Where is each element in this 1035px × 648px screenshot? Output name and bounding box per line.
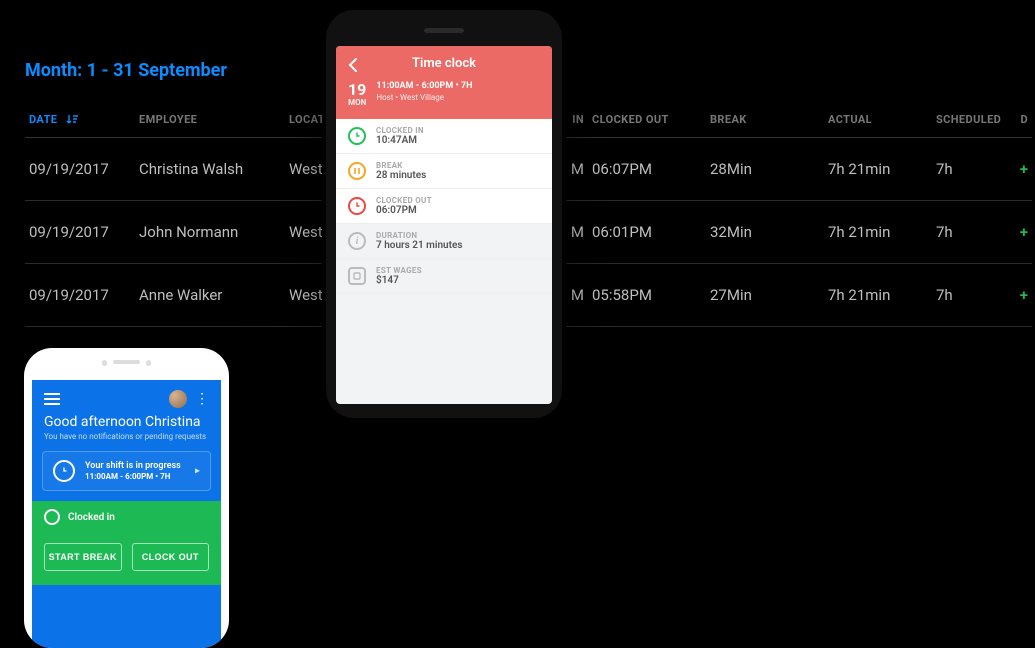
actual-cell: 7h 21min — [824, 200, 932, 263]
col-break[interactable]: BREAK — [706, 103, 824, 137]
clocked-out-cell: 06:01PM — [588, 200, 706, 263]
timeclock-item-value: $147 — [376, 275, 422, 286]
date-cell: 09/19/2017 — [25, 200, 135, 263]
greeting-sub: You have no notifications or pending req… — [44, 432, 209, 441]
info-icon: i — [348, 232, 366, 250]
clocked-out-cell: 06:07PM — [588, 137, 706, 200]
col-date[interactable]: DATE — [25, 103, 135, 137]
timeclock-item-label: DURATION — [376, 231, 463, 240]
pause-icon — [348, 162, 366, 180]
scheduled-cell: 7h — [932, 137, 1012, 200]
date-cell: 09/19/2017 — [25, 263, 135, 326]
timeclock-shift-hours: 11:00AM - 6:00PM • 7H — [376, 81, 472, 93]
timeclock-item: BREAK28 minutes — [336, 154, 552, 189]
clock-icon — [44, 509, 60, 525]
more-icon[interactable]: ⋮ — [195, 392, 209, 406]
actual-cell: 7h 21min — [824, 263, 932, 326]
clock-icon — [348, 197, 366, 215]
actual-cell: 7h 21min — [824, 137, 932, 200]
timeclock-item: EST WAGES$147 — [336, 259, 552, 294]
diff-cell: + — [1012, 137, 1032, 200]
square-icon — [348, 267, 366, 285]
break-cell: 32Min — [706, 200, 824, 263]
timeclock-item-value: 28 minutes — [376, 170, 426, 181]
scheduled-cell: 7h — [932, 263, 1012, 326]
shift-status: Your shift is in progress — [85, 461, 181, 471]
timeclock-item-label: BREAK — [376, 161, 426, 170]
timeclock-item-label: CLOCKED OUT — [376, 196, 432, 205]
col-actual[interactable]: ACTUAL — [824, 103, 932, 137]
phone-mock-dashboard: ⋮ Good afternoon Christina You have no n… — [24, 348, 229, 648]
employee-cell: John Normann — [135, 200, 285, 263]
diff-cell: + — [1012, 263, 1032, 326]
timeclock-item: i DURATION7 hours 21 minutes — [336, 224, 552, 259]
timeclock-item: CLOCKED IN10:47AM — [336, 119, 552, 154]
timeclock-title: Time clock — [348, 56, 540, 71]
shift-card[interactable]: Your shift is in progress 11:00AM - 6:00… — [42, 451, 211, 491]
shift-hours: 11:00AM - 6:00PM • 7H — [85, 472, 181, 481]
col-scheduled[interactable]: SCHEDULED — [932, 103, 1012, 137]
break-cell: 28Min — [706, 137, 824, 200]
timeclock-location: Host • West Village — [376, 93, 472, 102]
clock-out-button[interactable]: CLOCK OUT — [132, 543, 210, 571]
col-diff[interactable]: D — [1012, 103, 1032, 137]
timeclock-item-value: 7 hours 21 minutes — [376, 240, 463, 251]
timeclock-date: 19 MON — [348, 81, 366, 107]
scheduled-cell: 7h — [932, 200, 1012, 263]
timeclock-item-value: 10:47AM — [376, 135, 424, 146]
diff-cell: + — [1012, 200, 1032, 263]
clock-icon — [348, 127, 366, 145]
col-employee[interactable]: EMPLOYEE — [135, 103, 285, 137]
sort-desc-icon — [65, 114, 79, 127]
greeting-text: Good afternoon Christina — [44, 414, 209, 430]
employee-cell: Anne Walker — [135, 263, 285, 326]
chevron-right-icon: ▸ — [195, 466, 200, 477]
clocked-out-cell: 05:58PM — [588, 263, 706, 326]
timeclock-item-value: 06:07PM — [376, 205, 432, 216]
employee-cell: Christina Walsh — [135, 137, 285, 200]
date-cell: 09/19/2017 — [25, 137, 135, 200]
menu-icon[interactable] — [44, 393, 60, 405]
avatar[interactable] — [169, 390, 187, 408]
col-clocked-out[interactable]: CLOCKED OUT — [588, 103, 706, 137]
timeclock-item: CLOCKED OUT06:07PM — [336, 189, 552, 224]
start-break-button[interactable]: START BREAK — [44, 543, 122, 571]
clocked-in-banner: Clocked in — [32, 501, 221, 533]
back-icon[interactable] — [348, 58, 358, 75]
phone-mock-timeclock: Time clock 19 MON 11:00AM - 6:00PM • 7H … — [326, 10, 562, 418]
clock-icon — [53, 460, 75, 482]
break-cell: 27Min — [706, 263, 824, 326]
timeclock-item-label: CLOCKED IN — [376, 126, 424, 135]
